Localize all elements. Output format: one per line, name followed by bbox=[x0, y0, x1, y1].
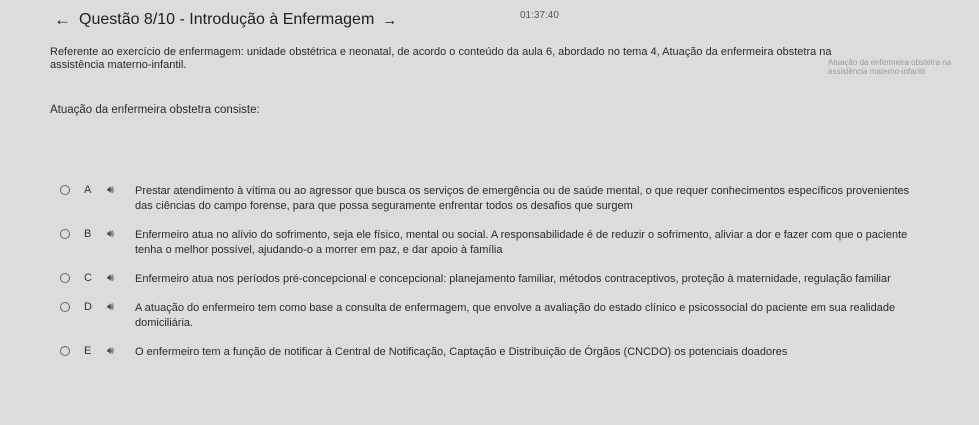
option-text: Enfermeiro atua no alívio do sofrimento,… bbox=[135, 229, 908, 256]
question-prompt: Atuação da enfermeira obstetra consiste: bbox=[50, 104, 260, 116]
option-e[interactable]: E 🔊︎ O enfermeiro tem a função de notifi… bbox=[60, 345, 950, 360]
radio-button[interactable] bbox=[60, 185, 70, 195]
option-a[interactable]: A 🔊︎ Prestar atendimento à vítima ou ao … bbox=[60, 184, 950, 214]
option-letter: C bbox=[84, 272, 92, 284]
question-context: Referente ao exercício de enfermagem: un… bbox=[50, 46, 930, 72]
speaker-icon[interactable]: 🔊︎ bbox=[107, 301, 125, 314]
arrow-left-icon[interactable]: ← bbox=[54, 10, 71, 30]
option-letter: E bbox=[84, 345, 92, 357]
option-text: Prestar atendimento à vítima ou ao agres… bbox=[135, 185, 910, 212]
option-letter: D bbox=[84, 301, 92, 313]
speaker-icon[interactable]: 🔊︎ bbox=[107, 228, 125, 241]
option-b[interactable]: B 🔊︎ Enfermeiro atua no alívio do sofrim… bbox=[60, 228, 950, 258]
context-blurred-note: Atuação da enfermeira obstetra na assist… bbox=[828, 58, 952, 76]
context-text-line2: assistência materno-infantil. bbox=[50, 59, 187, 71]
option-d[interactable]: D 🔊︎ A atuação do enfermeiro tem como ba… bbox=[60, 301, 950, 331]
radio-button[interactable] bbox=[60, 346, 70, 356]
speaker-icon[interactable]: 🔊︎ bbox=[107, 272, 125, 285]
option-text: O enfermeiro tem a função de notificar à… bbox=[135, 346, 788, 358]
option-text: A atuação do enfermeiro tem como base a … bbox=[135, 302, 896, 329]
timer: 01:37:40 bbox=[520, 10, 559, 21]
radio-button[interactable] bbox=[60, 273, 70, 283]
radio-button[interactable] bbox=[60, 229, 70, 239]
answer-options: A 🔊︎ Prestar atendimento à vítima ou ao … bbox=[60, 184, 950, 360]
option-text: Enfermeiro atua nos períodos pré-concepc… bbox=[135, 273, 891, 285]
arrow-right-icon[interactable]: → bbox=[382, 12, 397, 29]
speaker-icon[interactable]: 🔊︎ bbox=[107, 184, 125, 197]
question-header: ← Questão 8/10 - Introdução à Enfermagem… bbox=[54, 10, 397, 30]
page-title: Questão 8/10 - Introdução à Enfermagem bbox=[79, 11, 375, 28]
context-text: Referente ao exercício de enfermagem: un… bbox=[50, 46, 832, 58]
option-letter: B bbox=[84, 228, 92, 240]
speaker-icon[interactable]: 🔊︎ bbox=[107, 345, 125, 358]
option-c[interactable]: C 🔊︎ Enfermeiro atua nos períodos pré-co… bbox=[60, 272, 950, 287]
option-letter: A bbox=[84, 184, 92, 196]
radio-button[interactable] bbox=[60, 302, 70, 312]
